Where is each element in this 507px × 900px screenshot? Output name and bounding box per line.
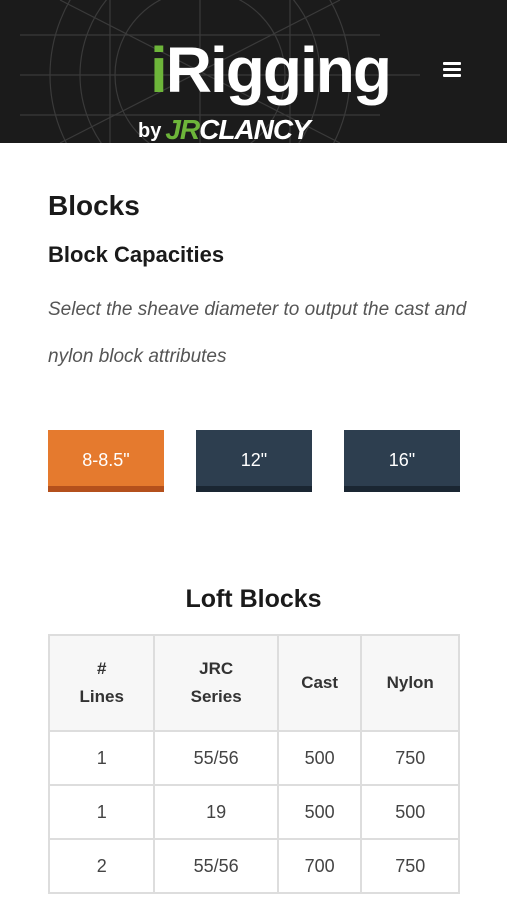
section-subtitle: Block Capacities xyxy=(48,242,225,267)
cell-cast: 500 xyxy=(276,784,363,840)
logo-by-text: by xyxy=(138,120,162,142)
loft-blocks-table-container: # Lines JRC Series Cast Nylon 1 55/56 500 … xyxy=(47,634,460,894)
logo-byline: by JRCLANCY xyxy=(138,114,311,144)
cell-series: 55/56 xyxy=(153,730,279,786)
instructions-text: Select the sheave diameter to output the… xyxy=(48,299,467,367)
header-cast: Cast xyxy=(276,634,363,732)
cell-series: 19 xyxy=(153,784,279,840)
logo-wordmark: iRigging xyxy=(150,38,392,102)
cell-nylon: 750 xyxy=(360,838,460,894)
cell-lines: 1 xyxy=(47,784,156,840)
table-row: 2 55/56 700 750 xyxy=(47,838,460,894)
header-series-line2: Series xyxy=(190,687,242,706)
menu-bar-top xyxy=(443,62,461,65)
header-series: JRC Series xyxy=(153,634,279,732)
menu-bar-middle xyxy=(443,68,461,71)
cell-series: 55/56 xyxy=(153,838,279,894)
table-title: Loft Blocks xyxy=(185,585,322,613)
logo-jr-text: JR xyxy=(165,114,200,144)
page-title: Blocks xyxy=(48,190,140,221)
sheave-8-8.5-button[interactable]: 8-8.5" xyxy=(48,430,164,492)
cell-nylon: 750 xyxy=(360,730,460,786)
hamburger-menu-icon[interactable] xyxy=(436,58,468,84)
cell-nylon: 500 xyxy=(360,784,460,840)
irigging-logo[interactable]: iRigging by JRCLANCY xyxy=(138,38,392,144)
table-row: 1 55/56 500 750 xyxy=(47,730,460,786)
loft-blocks-table: # Lines JRC Series Cast Nylon 1 55/56 500 … xyxy=(47,634,460,894)
header-lines-line1: # xyxy=(97,659,107,678)
site-header: iRigging by JRCLANCY xyxy=(0,0,507,143)
cell-lines: 1 xyxy=(47,730,156,786)
menu-bar-bottom xyxy=(443,74,461,77)
cell-cast: 700 xyxy=(276,838,363,894)
header-nylon: Nylon xyxy=(360,634,460,732)
logo-rigging-text: Rigging xyxy=(165,34,392,106)
sheave-16-button[interactable]: 16" xyxy=(344,430,460,492)
table-header-row: # Lines JRC Series Cast Nylon xyxy=(47,634,460,732)
table-row: 1 19 500 500 xyxy=(47,784,460,840)
header-series-line1: JRC xyxy=(199,659,234,678)
cell-lines: 2 xyxy=(47,838,156,894)
sheave-12-button[interactable]: 12" xyxy=(196,430,312,492)
logo-clancy-text: CLANCY xyxy=(199,114,311,144)
header-lines: # Lines xyxy=(47,634,156,732)
header-lines-line2: Lines xyxy=(79,687,124,706)
logo-i-letter: i xyxy=(150,34,168,106)
cell-cast: 500 xyxy=(276,730,363,786)
